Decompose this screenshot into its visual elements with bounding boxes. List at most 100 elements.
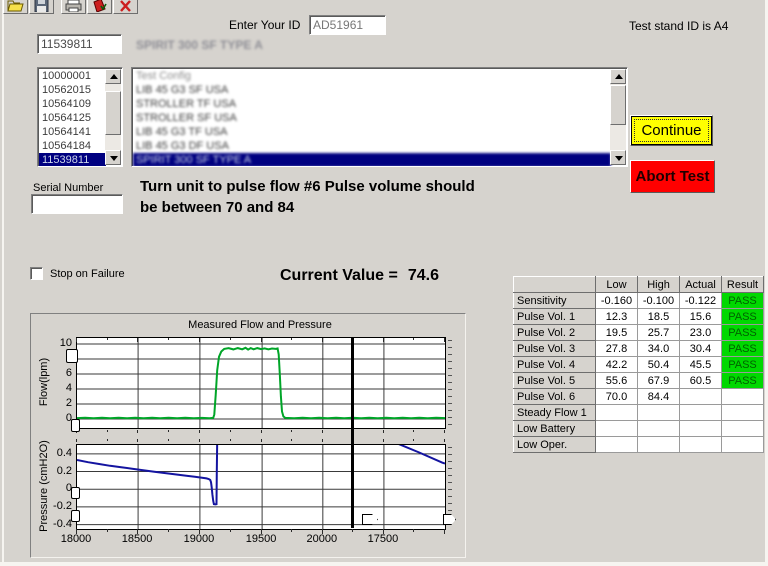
stop-on-failure-checkbox[interactable] (30, 267, 43, 280)
table-cell: 70.0 (595, 388, 638, 405)
list-item[interactable]: 10564141 (39, 125, 106, 139)
pressure-plot[interactable] (76, 444, 446, 530)
table-column-header: High (637, 276, 680, 293)
toolbar-report-button[interactable] (87, 0, 112, 14)
app-window: Enter Your ID Test stand ID is A4 SPIRIT… (0, 0, 768, 566)
y-tick-label: 0 (65, 412, 72, 424)
result-pass-cell: PASS (721, 372, 764, 389)
instruction-text: Turn unit to pulse flow #6 Pulse volume … (140, 176, 570, 218)
list-item[interactable]: 10564184 (39, 139, 106, 153)
axis-tick (76, 529, 77, 534)
axis-tick (382, 430, 384, 433)
table-cell: 27.8 (595, 340, 638, 357)
table-cell: 55.6 (595, 372, 638, 389)
y-tick-label: 0.4 (56, 446, 72, 459)
axis-tick (261, 338, 263, 342)
table-cell: 30.4 (679, 340, 722, 357)
toolbar-cancel-button[interactable] (113, 0, 138, 14)
axis-tick (261, 529, 263, 534)
table-row-header: Pulse Vol. 4 (513, 356, 596, 373)
table-row: Pulse Vol. 4 42.2 50.4 45.5 PASS (513, 356, 764, 373)
serial-list-scrollbar[interactable] (105, 69, 121, 165)
flow-plot[interactable] (76, 337, 446, 429)
table-cell (595, 436, 638, 453)
toolbar-save-button[interactable] (29, 0, 54, 14)
open-folder-icon (7, 0, 24, 12)
list-item[interactable]: STROLLER SF USA (133, 111, 611, 125)
serial-number-input[interactable] (31, 194, 123, 214)
window-bottom-edge (0, 562, 768, 566)
axis-tick (198, 529, 200, 534)
continue-button[interactable]: Continue (630, 115, 713, 146)
table-cell: 19.5 (595, 324, 638, 341)
list-item[interactable]: 10564109 (39, 97, 106, 111)
table-column-header: Actual (679, 276, 722, 293)
table-row-header: Pulse Vol. 2 (513, 324, 596, 341)
report-icon (93, 0, 107, 12)
table-cell: 60.5 (679, 372, 722, 389)
table-cell: 84.4 (637, 388, 680, 405)
toolbar-open-button[interactable] (3, 0, 28, 14)
axis-tick (413, 430, 415, 432)
table-row-header: Sensitivity (513, 292, 596, 309)
axis-tick (261, 439, 263, 442)
list-item-selected[interactable]: 11539811 (39, 153, 106, 166)
chart-cursor-line[interactable] (351, 337, 354, 528)
axis-tick (198, 439, 200, 442)
x-tick-label: 18500 (121, 533, 153, 545)
scroll-thumb[interactable] (105, 91, 121, 135)
table-cell (721, 420, 764, 437)
config-listbox[interactable]: Test Config LIB 45 G3 SF USA STROLLER TF U… (131, 67, 628, 167)
table-cell: 67.9 (637, 372, 680, 389)
scroll-thumb[interactable] (610, 85, 626, 125)
list-item[interactable]: 10562015 (39, 83, 106, 97)
axis-tick (444, 439, 445, 442)
axis-tick (352, 529, 354, 532)
enter-id-input[interactable] (309, 15, 386, 35)
table-cell (679, 404, 722, 421)
list-item[interactable]: 10000001 (39, 69, 106, 83)
unit-id-input[interactable] (37, 34, 122, 54)
result-pass-cell: PASS (721, 324, 764, 341)
list-item[interactable]: STROLLER TF USA (133, 97, 611, 111)
axis-tick (230, 430, 231, 432)
table-row-header: Steady Flow 1 (513, 404, 596, 421)
scroll-up-button[interactable] (105, 69, 121, 84)
axis-tick (137, 439, 139, 442)
plot-canvas (77, 445, 445, 529)
table-column-header: Low (595, 276, 638, 293)
cursor-handle[interactable] (71, 510, 80, 522)
toolbar-print-button[interactable] (61, 0, 86, 14)
cursor-handle[interactable] (66, 349, 78, 363)
result-pass-cell: PASS (721, 340, 764, 357)
serial-listbox[interactable]: 10000001 10562015 10564109 10564125 10564141… (37, 67, 123, 167)
scroll-up-button[interactable] (610, 69, 626, 84)
table-cell: -0.160 (595, 292, 638, 309)
chart-title: Measured Flow and Pressure (188, 319, 332, 331)
list-item[interactable]: LIB 45 G3 DF USA (133, 139, 611, 153)
stop-on-failure-label[interactable]: Stop on Failure (50, 268, 125, 280)
axis-tick (76, 439, 77, 442)
up-arrow-icon (615, 74, 623, 79)
scroll-down-button[interactable] (105, 150, 121, 165)
list-item[interactable]: LIB 45 G3 TF USA (133, 125, 611, 139)
abort-test-button[interactable]: Abort Test (630, 160, 715, 193)
instruction-line-1: Turn unit to pulse flow #6 Pulse volume … (140, 178, 475, 195)
list-item[interactable]: 10564125 (39, 111, 106, 125)
y-tick-label: 6 (65, 367, 72, 379)
list-item[interactable]: Test Config (133, 69, 611, 83)
config-list-scrollbar[interactable] (610, 69, 626, 165)
scroll-down-button[interactable] (610, 150, 626, 165)
table-cell: 23.0 (679, 324, 722, 341)
axis-tick (76, 338, 77, 342)
table-row-header: Pulse Vol. 6 (513, 388, 596, 405)
axis-tick (382, 439, 384, 442)
list-item[interactable]: LIB 45 G3 SF USA (133, 83, 611, 97)
cursor-handle[interactable] (71, 487, 80, 499)
save-icon (34, 0, 49, 12)
list-item-selected[interactable]: SPIRIT 300 SF TYPE A (133, 153, 611, 166)
model-name-blurred-text: SPIRIT 300 SF TYPE A (136, 38, 263, 52)
cursor-handle[interactable] (71, 419, 80, 432)
axis-tick (291, 529, 293, 532)
cancel-x-icon (120, 0, 131, 12)
